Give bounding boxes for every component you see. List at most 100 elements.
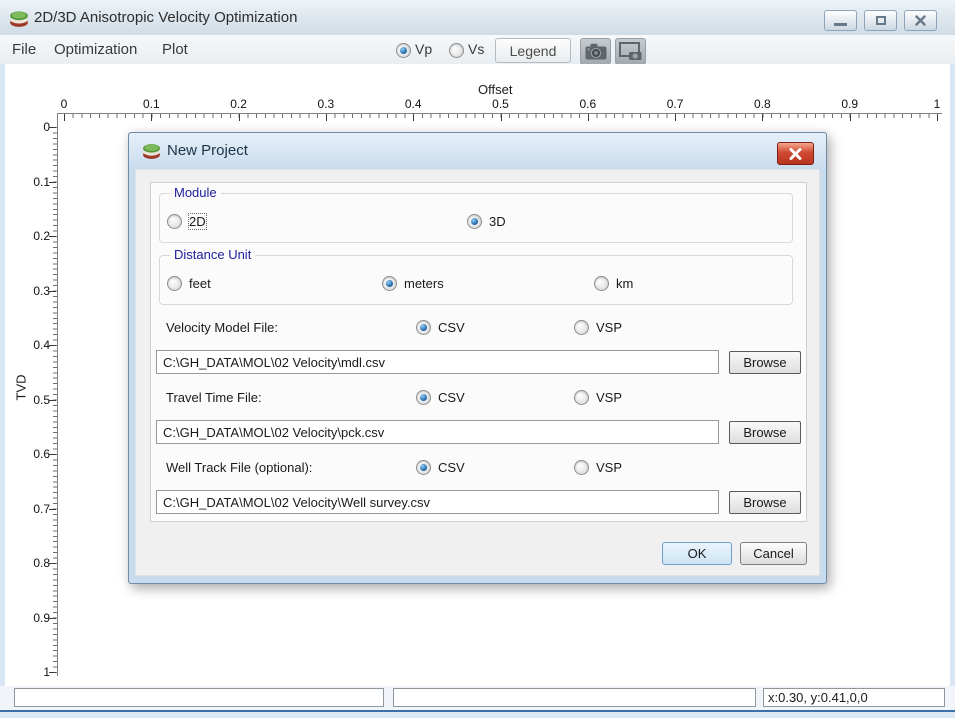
vp-radio[interactable] xyxy=(396,43,411,58)
y-axis-line xyxy=(57,113,58,676)
travel-time-path-input[interactable] xyxy=(156,420,719,444)
close-button[interactable] xyxy=(904,10,937,31)
ok-button[interactable]: OK xyxy=(662,542,732,565)
x-major-tick xyxy=(64,114,65,121)
dialog-title: New Project xyxy=(167,142,248,159)
well-track-path-input[interactable] xyxy=(156,490,719,514)
y-major-tick xyxy=(49,181,56,183)
x-axis-title: Offset xyxy=(478,82,513,97)
travel-time-csv-radio[interactable] xyxy=(416,389,431,405)
travel-time-vsp-radio[interactable] xyxy=(574,389,589,405)
window-frame-right xyxy=(950,64,955,718)
screen-capture-button[interactable] xyxy=(615,38,646,65)
velocity-model-csv-radio[interactable] xyxy=(416,319,431,335)
screen-capture-icon xyxy=(619,42,642,60)
velocity-model-browse-button[interactable]: Browse xyxy=(729,351,801,374)
y-major-tick xyxy=(49,563,56,564)
velocity-model-vsp-label: VSP xyxy=(596,319,623,335)
status-field-1 xyxy=(14,688,384,707)
window-frame-bottom xyxy=(0,710,955,718)
y-major-tick xyxy=(49,508,56,510)
x-major-tick xyxy=(238,114,240,121)
well-track-browse-button[interactable]: Browse xyxy=(729,491,801,514)
minimize-button[interactable] xyxy=(824,10,857,31)
module-3d-radio[interactable] xyxy=(467,213,482,229)
x-axis-tick-labels: 0 0.1 0.2 0.3 0.4 0.5 0.6 0.7 0.8 0.9 1 xyxy=(60,97,941,111)
x-tick-label: 0.7 xyxy=(666,97,684,111)
x-tick-label: 0.9 xyxy=(841,97,859,111)
vs-radio[interactable] xyxy=(449,43,464,58)
well-track-vsp-radio[interactable] xyxy=(574,459,589,475)
app-icon xyxy=(10,11,28,27)
y-major-tick xyxy=(49,236,56,237)
velocity-model-csv-option[interactable]: CSV xyxy=(416,319,465,335)
x-tick-label: 0.8 xyxy=(754,97,771,111)
cancel-button[interactable]: Cancel xyxy=(740,542,807,565)
y-tick-label: 0.8 xyxy=(33,556,50,570)
vp-radio-label: Vp xyxy=(415,41,433,57)
menu-optimization[interactable]: Optimization xyxy=(50,35,141,64)
menu-file[interactable]: File xyxy=(8,35,40,64)
x-major-tick xyxy=(762,114,764,121)
y-major-tick xyxy=(49,345,56,346)
maximize-icon xyxy=(875,16,886,25)
well-track-vsp-option[interactable]: VSP xyxy=(574,459,622,475)
dialog-close-button[interactable] xyxy=(777,142,814,165)
y-major-tick xyxy=(49,290,56,292)
velocity-model-path-input[interactable] xyxy=(156,350,719,374)
dialog-icon xyxy=(143,144,160,159)
distance-feet-radio[interactable] xyxy=(167,275,182,291)
x-tick-label: 0.6 xyxy=(579,97,597,111)
distance-meters-radio[interactable] xyxy=(382,275,397,291)
travel-time-vsp-label: VSP xyxy=(596,389,623,405)
velocity-model-vsp-radio[interactable] xyxy=(574,319,589,335)
snapshot-button[interactable] xyxy=(580,38,611,65)
travel-time-csv-option[interactable]: CSV xyxy=(416,389,465,405)
well-track-csv-option[interactable]: CSV xyxy=(416,459,465,475)
x-tick-label: 0.1 xyxy=(142,97,160,111)
y-tick-label: 0.5 xyxy=(33,392,50,407)
well-track-file-label: Well Track File (optional): xyxy=(166,460,313,475)
x-major-tick xyxy=(587,114,589,121)
y-tick-label: 0.3 xyxy=(33,283,50,298)
travel-time-browse-button[interactable]: Browse xyxy=(729,421,801,444)
x-major-tick xyxy=(413,114,415,121)
distance-feet-option[interactable]: feet xyxy=(167,275,211,291)
maximize-button[interactable] xyxy=(864,10,897,31)
velocity-model-vsp-option[interactable]: VSP xyxy=(574,319,622,335)
distance-feet-label: feet xyxy=(189,275,211,291)
distance-km-label: km xyxy=(616,275,634,291)
dialog-title-bar[interactable]: New Project xyxy=(129,133,826,169)
vs-radio-label: Vs xyxy=(468,41,485,57)
module-2d-option[interactable]: 2D xyxy=(167,212,207,230)
status-bar: x:0.30, y:0.41,0,0 xyxy=(0,686,955,710)
distance-km-radio[interactable] xyxy=(594,275,609,291)
well-track-csv-radio[interactable] xyxy=(416,459,431,475)
title-bar: 2D/3D Anisotropic Velocity Optimization xyxy=(0,0,955,36)
module-2d-label: 2D xyxy=(188,212,207,230)
x-tick-label: 0 xyxy=(60,97,68,111)
y-tick-label: 0.7 xyxy=(33,501,50,516)
menu-plot[interactable]: Plot xyxy=(158,35,192,64)
close-icon xyxy=(915,15,926,26)
module-2d-radio[interactable] xyxy=(167,213,182,229)
dialog-body: Module 2D 3D Distance Unit feet meters k… xyxy=(135,169,820,576)
status-field-2 xyxy=(393,688,756,707)
menu-bar: File Optimization Plot Vp Vs Legend xyxy=(0,35,955,65)
application-window: 2D/3D Anisotropic Velocity Optimization … xyxy=(0,0,955,718)
distance-meters-option[interactable]: meters xyxy=(382,275,444,291)
y-tick-label: 0.6 xyxy=(33,447,50,461)
well-track-vsp-label: VSP xyxy=(596,459,623,475)
distance-km-option[interactable]: km xyxy=(594,275,633,291)
distance-unit-group-label: Distance Unit xyxy=(170,247,256,262)
minimize-icon xyxy=(834,22,847,26)
travel-time-vsp-option[interactable]: VSP xyxy=(574,389,622,405)
x-tick-label: 0.3 xyxy=(317,97,335,111)
x-axis-major-ticks xyxy=(64,114,938,122)
legend-button[interactable]: Legend xyxy=(495,38,571,63)
module-3d-option[interactable]: 3D xyxy=(467,213,506,229)
travel-time-file-label: Travel Time File: xyxy=(166,390,262,405)
dialog-close-icon xyxy=(789,147,802,160)
camera-icon xyxy=(585,43,606,60)
x-major-tick xyxy=(151,114,153,121)
